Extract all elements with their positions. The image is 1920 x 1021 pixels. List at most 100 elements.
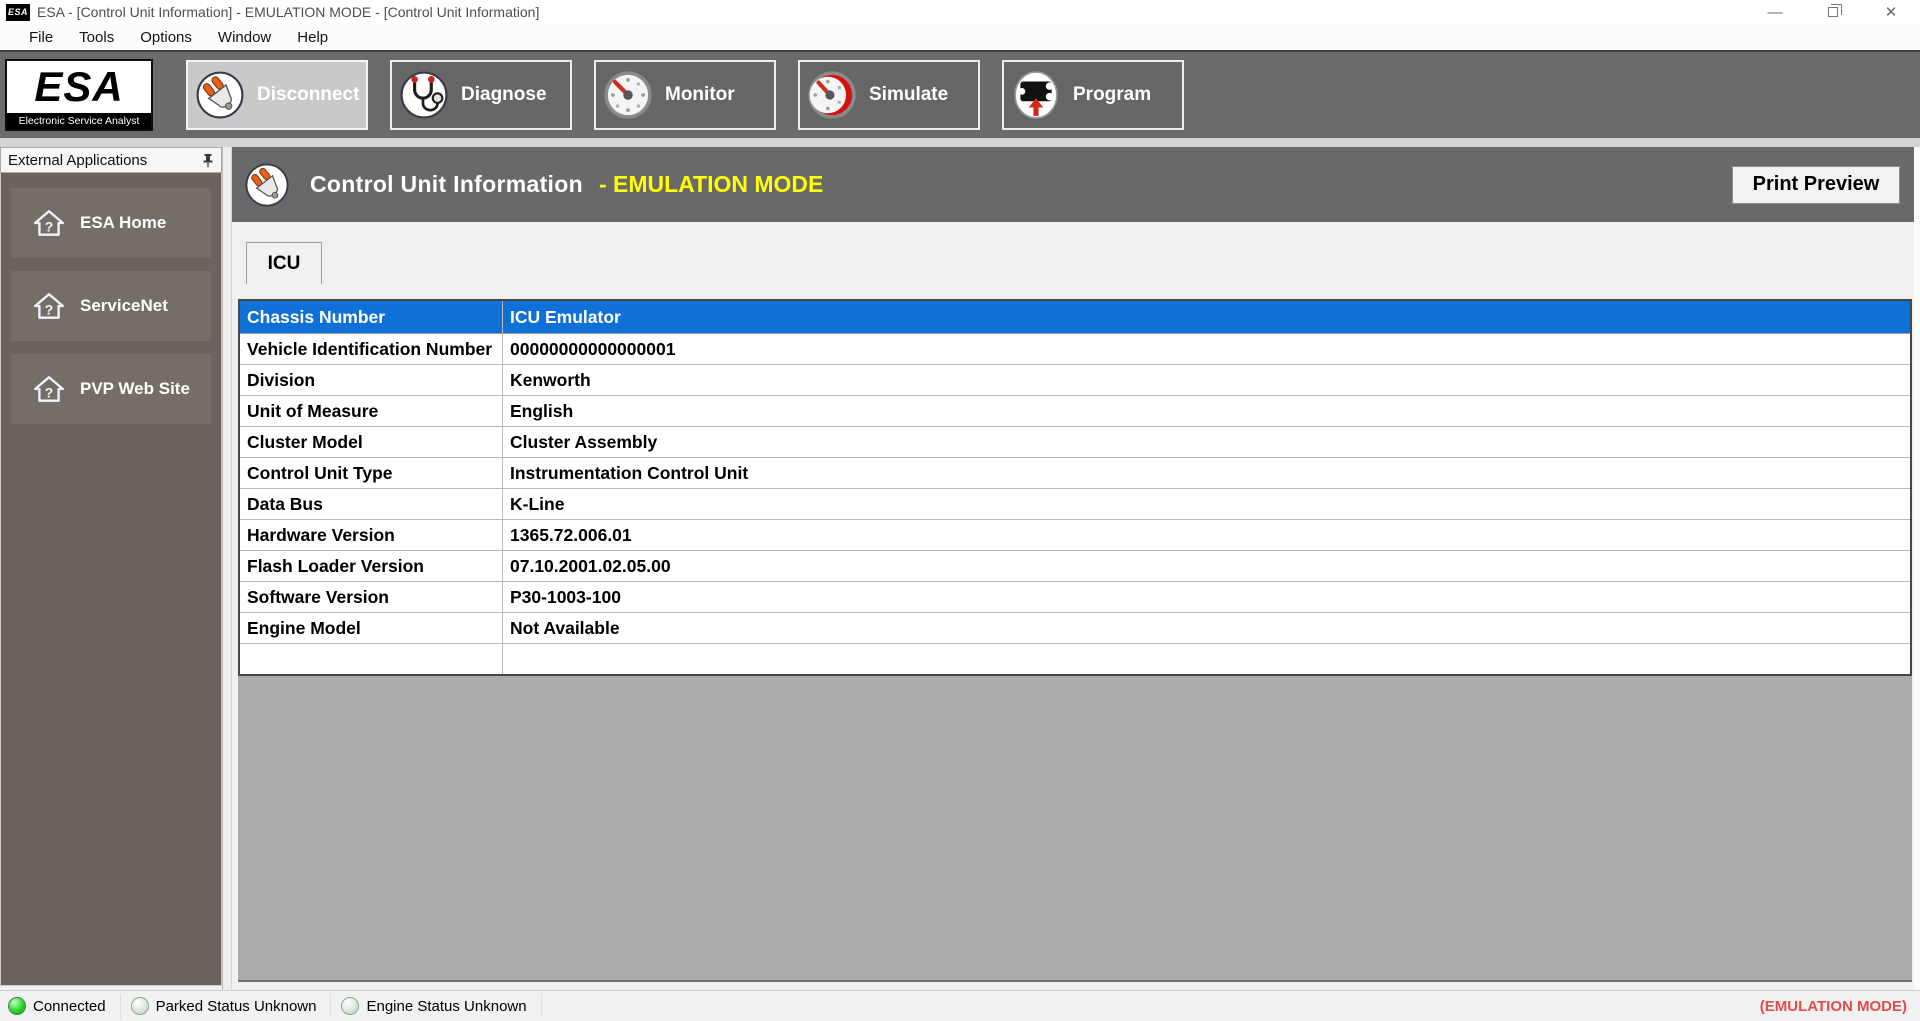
tab-strip: ICU: [238, 242, 1912, 284]
table-row[interactable]: Unit of Measure English: [240, 396, 1910, 427]
table-header-row[interactable]: Chassis Number ICU Emulator: [240, 301, 1910, 334]
table-row[interactable]: Flash Loader Version 07.10.2001.02.05.00: [240, 551, 1910, 582]
menu-options[interactable]: Options: [127, 29, 205, 46]
row-label: Flash Loader Version: [240, 551, 502, 581]
header-label-cell: Chassis Number: [240, 301, 502, 333]
monitor-button[interactable]: Monitor: [594, 60, 776, 130]
sidebar-item-label: PVP Web Site: [80, 379, 190, 399]
menu-help[interactable]: Help: [284, 29, 341, 46]
sidebar-splitter[interactable]: [222, 147, 232, 990]
toolbar-button-label: Simulate: [869, 84, 948, 106]
toolbar-buttons: Disconnect Diagnose Monitor: [186, 60, 1184, 130]
close-icon[interactable]: ✕: [1862, 0, 1920, 24]
table-row[interactable]: Data Bus K-Line: [240, 489, 1910, 520]
program-chip-icon: [1011, 70, 1061, 120]
gauge-icon: [603, 70, 653, 120]
sidebar-item-servicenet[interactable]: ? ServiceNet: [11, 271, 211, 341]
row-label: Division: [240, 365, 502, 395]
sidebar-item-label: ServiceNet: [80, 296, 168, 316]
pin-icon[interactable]: [202, 153, 214, 168]
row-label: Cluster Model: [240, 427, 502, 457]
tab-icu[interactable]: ICU: [246, 242, 322, 284]
row-label: Unit of Measure: [240, 396, 502, 426]
svg-text:?: ?: [45, 385, 53, 401]
minimize-icon[interactable]: —: [1746, 0, 1804, 24]
gauge-simulate-icon: [807, 70, 857, 120]
main-area: External Applications ? ESA Home ?: [0, 147, 1920, 990]
home-icon: ?: [33, 292, 65, 320]
main-toolbar: ESA Electronic Service Analyst Disconnec…: [0, 50, 1920, 138]
external-applications-panel: External Applications ? ESA Home ?: [0, 147, 222, 990]
row-label: [240, 644, 502, 674]
simulate-button[interactable]: Simulate: [798, 60, 980, 130]
table-row[interactable]: Control Unit Type Instrumentation Contro…: [240, 458, 1910, 489]
esa-logo: ESA Electronic Service Analyst: [5, 59, 153, 131]
row-value: 07.10.2001.02.05.00: [502, 551, 1910, 581]
title-bar: ESA ESA - [Control Unit Information] - E…: [0, 0, 1920, 24]
menu-bar: File Tools Options Window Help: [0, 24, 1920, 50]
menu-tools[interactable]: Tools: [66, 29, 127, 46]
sidebar-header: External Applications: [0, 147, 222, 173]
row-value: 00000000000000001: [502, 334, 1910, 364]
parked-status-icon: [131, 997, 149, 1015]
row-value: [502, 644, 1910, 674]
status-connected: Connected: [8, 994, 121, 1018]
restore-glyph: [1828, 7, 1838, 17]
status-label: Engine Status Unknown: [366, 998, 526, 1015]
plug-icon: [244, 162, 290, 208]
status-label: Connected: [33, 998, 106, 1015]
row-value: Cluster Assembly: [502, 427, 1910, 457]
table-row[interactable]: Division Kenworth: [240, 365, 1910, 396]
table-row[interactable]: Engine Model Not Available: [240, 613, 1910, 644]
emulation-mode-status: (EMULATION MODE): [1760, 998, 1907, 1015]
disconnect-button[interactable]: Disconnect: [186, 60, 368, 130]
status-label: Parked Status Unknown: [156, 998, 317, 1015]
table-row-empty[interactable]: [240, 644, 1910, 674]
content-body: ICU Chassis Number ICU Emulator Vehicle …: [232, 222, 1914, 990]
emulation-mode-label: - EMULATION MODE: [599, 171, 823, 198]
program-button[interactable]: Program: [1002, 60, 1184, 130]
content-area: Control Unit Information - EMULATION MOD…: [232, 147, 1920, 990]
window-title: ESA - [Control Unit Information] - EMULA…: [37, 4, 539, 20]
status-engine: Engine Status Unknown: [341, 994, 541, 1018]
table-row[interactable]: Vehicle Identification Number 0000000000…: [240, 334, 1910, 365]
table-row[interactable]: Cluster Model Cluster Assembly: [240, 427, 1910, 458]
row-label: Data Bus: [240, 489, 502, 519]
sidebar-item-pvp-web-site[interactable]: ? PVP Web Site: [11, 354, 211, 424]
empty-content-fill: [238, 676, 1912, 982]
status-bar: Connected Parked Status Unknown Engine S…: [0, 990, 1920, 1021]
sidebar-body: ? ESA Home ? ServiceNet ? PVP Web Site: [0, 173, 222, 986]
row-label: Control Unit Type: [240, 458, 502, 488]
stethoscope-icon: [399, 70, 449, 120]
row-label: Software Version: [240, 582, 502, 612]
diagnose-button[interactable]: Diagnose: [390, 60, 572, 130]
menu-window[interactable]: Window: [205, 29, 284, 46]
table-pane: Chassis Number ICU Emulator Vehicle Iden…: [238, 299, 1912, 982]
table-row[interactable]: Software Version P30-1003-100: [240, 582, 1910, 613]
row-value: P30-1003-100: [502, 582, 1910, 612]
row-value: English: [502, 396, 1910, 426]
home-icon: ?: [33, 375, 65, 403]
esa-logo-text: ESA: [7, 61, 151, 113]
row-label: Hardware Version: [240, 520, 502, 550]
svg-text:?: ?: [45, 219, 53, 235]
header-value-cell: ICU Emulator: [502, 301, 1910, 333]
row-value: 1365.72.006.01: [502, 520, 1910, 550]
window-controls: — ✕: [1746, 0, 1920, 24]
toolbar-button-label: Diagnose: [461, 84, 547, 106]
print-preview-button[interactable]: Print Preview: [1732, 166, 1900, 204]
sidebar-item-label: ESA Home: [80, 213, 166, 233]
app-icon: ESA: [6, 4, 30, 21]
row-value: Instrumentation Control Unit: [502, 458, 1910, 488]
row-label: Vehicle Identification Number: [240, 334, 502, 364]
status-parked: Parked Status Unknown: [131, 994, 332, 1018]
restore-icon[interactable]: [1804, 0, 1862, 24]
table-row[interactable]: Hardware Version 1365.72.006.01: [240, 520, 1910, 551]
connected-status-icon: [8, 997, 26, 1015]
sidebar-item-esa-home[interactable]: ? ESA Home: [11, 188, 211, 258]
control-unit-table: Chassis Number ICU Emulator Vehicle Iden…: [238, 299, 1912, 676]
plug-icon: [195, 70, 245, 120]
toolbar-button-label: Program: [1073, 84, 1151, 106]
menu-file[interactable]: File: [16, 29, 66, 46]
toolbar-separator: [0, 138, 1920, 147]
